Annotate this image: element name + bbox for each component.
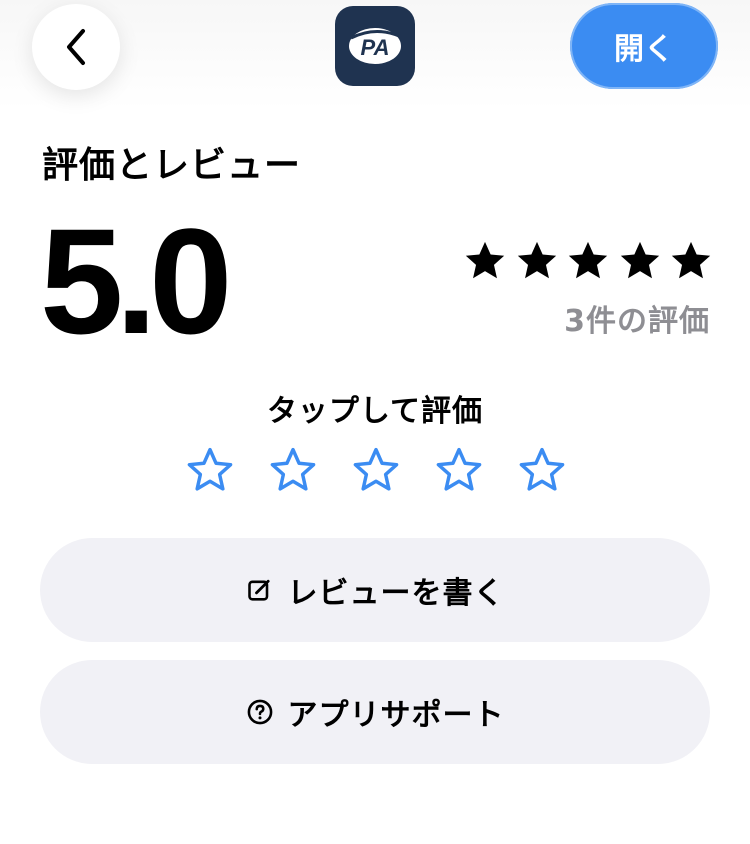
- filled-star-icon: [671, 241, 711, 279]
- chevron-left-icon: [67, 29, 85, 65]
- filled-star-icon: [568, 241, 608, 279]
- empty-star-icon[interactable]: [433, 444, 485, 496]
- tap-to-rate-stars: [184, 444, 568, 498]
- app-support-button[interactable]: アプリサポート: [40, 660, 710, 764]
- filled-star-icon: [465, 241, 505, 279]
- question-circle-icon: [247, 699, 272, 725]
- empty-star-icon[interactable]: [350, 444, 402, 496]
- empty-star-icon[interactable]: [516, 444, 568, 496]
- top-nav-bar: PA 開く: [0, 0, 750, 110]
- filled-star-icon: [620, 241, 659, 279]
- average-rating-stars: [462, 238, 714, 290]
- app-logo: PA: [349, 28, 401, 64]
- tap-to-rate-label: タップして評価: [266, 394, 484, 429]
- empty-star-icon[interactable]: [267, 444, 319, 496]
- app-support-label: アプリサポート: [287, 698, 505, 733]
- compose-icon: [247, 579, 270, 601]
- ratings-reviews-heading: 評価とレビュー: [42, 145, 302, 186]
- rating-count: 3件の評価: [564, 304, 710, 339]
- app-logo-text: PA: [361, 35, 390, 60]
- open-button[interactable]: 開く: [570, 3, 718, 89]
- filled-star-icon: [517, 241, 556, 279]
- app-ratings-page: PA 開く 評価とレビュー 5.0 3件の評価 タップして評価 レビューを書く: [0, 0, 750, 844]
- write-review-label: レビューを書く: [287, 576, 505, 611]
- average-score: 5.0: [40, 197, 233, 365]
- empty-star-icon[interactable]: [184, 444, 236, 496]
- write-review-button[interactable]: レビューを書く: [40, 538, 710, 642]
- app-icon: PA: [335, 6, 415, 86]
- back-button[interactable]: [32, 4, 120, 90]
